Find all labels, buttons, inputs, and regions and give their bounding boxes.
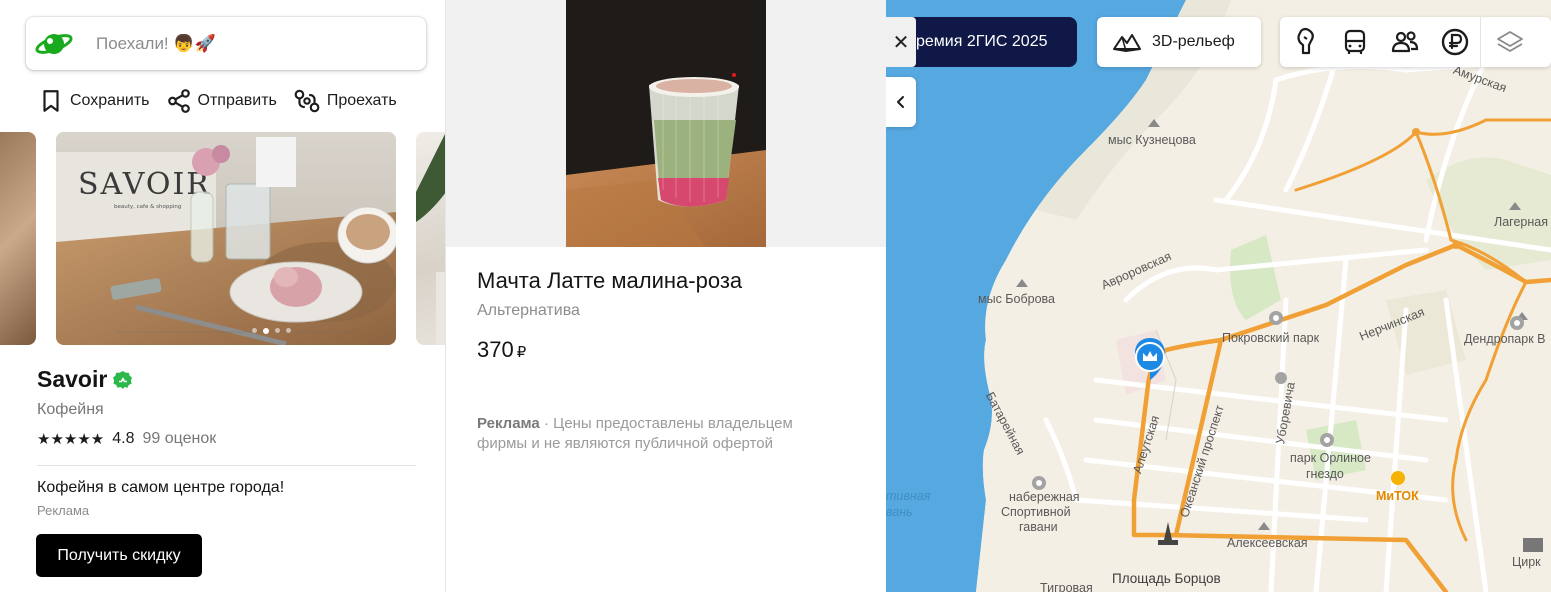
mountains-icon — [1113, 34, 1141, 53]
3d-relief-button[interactable]: 3D-рельеф — [1097, 17, 1261, 67]
map-label-street: Лагерная — [1494, 215, 1548, 229]
currency-icon — [1441, 28, 1469, 56]
share-icon — [167, 89, 190, 113]
product-category: Альтернатива — [477, 302, 580, 319]
savoir-sign-subtitle: beauty, cafe & shopping — [114, 204, 181, 210]
promo-text: Кофейня в самом центре города! — [37, 479, 285, 496]
transport-icon — [1344, 29, 1366, 54]
firm-card-panel: Сохранить Отправить Проехать — [0, 0, 446, 592]
map-label-cape: мыс Боброва — [978, 292, 1055, 306]
map-label-street: Тигровая — [1040, 581, 1093, 592]
price-value: 370 — [477, 337, 514, 362]
product-price: 370 ₽ — [477, 337, 526, 363]
rating-value: 4.8 — [112, 430, 135, 447]
gallery-dot[interactable] — [275, 328, 280, 333]
reviews-count-link[interactable]: 99 оценок — [143, 430, 217, 448]
sightseeing-icon — [1297, 27, 1314, 55]
friends-layer-button[interactable] — [1380, 17, 1430, 67]
gallery-photo-current[interactable]: SAVOIR beauty, cafe & shopping — [56, 132, 396, 345]
photo-gallery[interactable]: SAVOIR beauty, cafe & shopping — [0, 132, 445, 345]
route-icon — [294, 89, 320, 113]
price-disclaimer: Реклама · Цены предоставлены владельцем … — [477, 414, 837, 454]
map-label-circus: Цирк — [1512, 555, 1541, 569]
map-label-cape: мыс Кузнецова — [1108, 133, 1196, 147]
map-label-bay: вань — [886, 505, 913, 519]
gallery-dot[interactable] — [252, 328, 257, 333]
firm-title-row: Savoir — [37, 366, 133, 393]
get-discount-button[interactable]: Получить скидку — [36, 534, 202, 577]
award-banner-text: ремия 2ГИС 2025 — [916, 33, 1048, 50]
gallery-dot-active[interactable] — [263, 327, 269, 334]
map-layers-toolbar — [1280, 17, 1551, 67]
planet-logo-icon — [35, 33, 73, 54]
map-label-embankment: Спортивной — [1001, 505, 1071, 519]
map-label-park: Покровский парк — [1222, 331, 1320, 345]
share-label: Отправить — [197, 92, 277, 109]
share-button[interactable]: Отправить — [166, 88, 277, 114]
map-label-mall: МиТОК — [1376, 489, 1419, 503]
rating-row[interactable]: ★★★★★ 4.8 99 оценок — [37, 430, 216, 448]
map-label-embankment: гавани — [1019, 520, 1058, 534]
map-label-park: гнездо — [1306, 467, 1344, 481]
verified-badge-icon — [113, 370, 133, 389]
separator-dot: · — [543, 415, 549, 432]
layers-icon — [1496, 31, 1523, 52]
close-icon: ✕ — [892, 31, 910, 54]
city-map[interactable]: Амурская мыс Кузнецова Лагерная Авроровс… — [886, 0, 1551, 592]
layers-button[interactable] — [1480, 17, 1538, 67]
map-label-park: Дендропарк В — [1464, 332, 1546, 346]
route-label: Проехать — [326, 92, 397, 109]
currency-symbol: ₽ — [516, 344, 527, 361]
product-photo[interactable] — [566, 0, 766, 247]
map-label-bay: тивная — [886, 489, 931, 503]
search-input[interactable] — [96, 33, 396, 54]
firm-category: Кофейня — [37, 401, 104, 418]
savoir-sign-text: SAVOIR — [78, 167, 211, 202]
divider — [37, 465, 416, 466]
route-button[interactable]: Проехать — [293, 88, 397, 114]
map-label-square: Площадь Борцов — [1112, 571, 1221, 586]
save-label: Сохранить — [70, 92, 150, 109]
product-title: Мачта Латте малина-роза — [477, 268, 743, 293]
gallery-pagination — [252, 327, 291, 334]
gallery-dot[interactable] — [286, 328, 291, 333]
transport-layer-button[interactable] — [1330, 17, 1380, 67]
gallery-photo-previous[interactable] — [0, 132, 36, 345]
product-card-panel: Мачта Латте малина-роза Альтернатива 370… — [446, 0, 886, 592]
cafe-table-photo: SAVOIR beauty, cafe & shopping — [56, 132, 396, 345]
prices-layer-button[interactable] — [1430, 17, 1480, 67]
firm-name[interactable]: Savoir — [37, 366, 107, 393]
collapse-panel-button[interactable] — [886, 77, 916, 127]
search-box[interactable] — [26, 17, 426, 70]
3d-relief-label: 3D-рельеф — [1152, 33, 1235, 50]
firm-actions: Сохранить Отправить Проехать — [38, 86, 397, 116]
rating-stars: ★★★★★ — [37, 431, 105, 448]
friends-icon — [1391, 31, 1419, 53]
close-banner-button[interactable]: ✕ — [886, 17, 916, 67]
map-label-street: Алексеевская — [1227, 536, 1308, 550]
sightseeing-layer-button[interactable] — [1280, 17, 1330, 67]
map-label-park: парк Орлиное — [1290, 451, 1371, 465]
matcha-latte-photo — [566, 0, 766, 247]
ad-label: Реклама — [37, 503, 90, 518]
map-label-embankment: набережная — [1009, 490, 1080, 504]
2gis-logo[interactable] — [28, 17, 80, 70]
save-button[interactable]: Сохранить — [38, 88, 150, 114]
bookmark-icon — [43, 90, 59, 112]
plant-photo — [416, 134, 445, 345]
gallery-photo-next[interactable] — [416, 132, 445, 345]
ad-label: Реклама — [477, 415, 540, 432]
chevron-left-icon — [897, 96, 904, 108]
